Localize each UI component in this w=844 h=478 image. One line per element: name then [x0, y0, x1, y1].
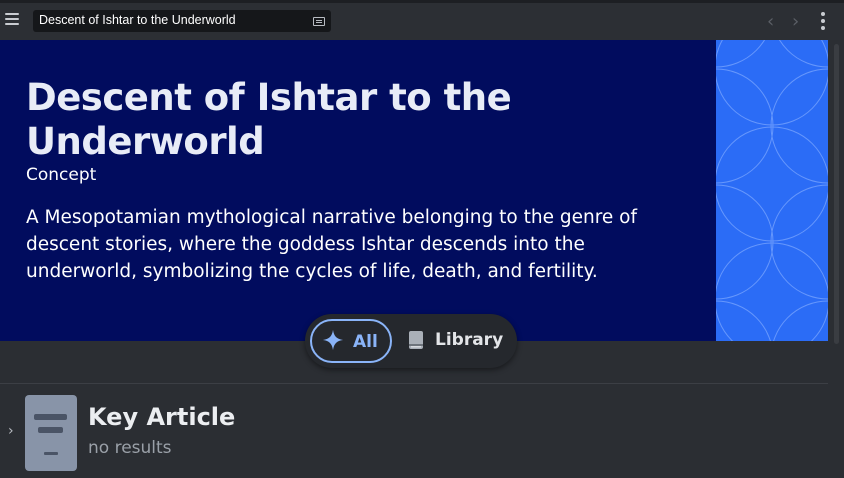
circle-pattern-graphic — [716, 40, 828, 341]
more-vertical-icon[interactable] — [821, 12, 825, 30]
scrollbar-thumb[interactable] — [834, 44, 839, 344]
entity-description: A Mesopotamian mythological narrative be… — [26, 207, 637, 282]
section-divider — [0, 383, 828, 384]
document-icon — [25, 395, 77, 471]
filter-all-button[interactable]: All — [310, 319, 392, 363]
chevron-right-icon[interactable]: › — [8, 423, 14, 439]
filter-all-label: All — [353, 332, 378, 352]
menu-icon[interactable] — [5, 13, 21, 27]
chevron-right-icon[interactable]: › — [792, 11, 799, 32]
tab-title-field[interactable]: Descent of Ishtar to the Underworld — [33, 10, 331, 32]
chevron-left-icon[interactable]: ‹ — [767, 11, 774, 32]
section-empty-text: no results — [88, 438, 172, 458]
filter-toggle: All Library — [305, 314, 517, 368]
window-top-edge — [0, 0, 844, 3]
sparkle-icon — [322, 329, 344, 351]
page-title: Descent of Ishtar to the Underworld — [26, 76, 512, 163]
decorative-pattern — [716, 40, 828, 341]
entity-type-label: Concept — [26, 165, 97, 185]
section-title[interactable]: Key Article — [88, 403, 235, 431]
filter-library-button[interactable]: Library — [403, 326, 513, 356]
filter-library-label: Library — [435, 330, 504, 350]
book-icon — [409, 331, 423, 349]
hero-banner: Descent of Ishtar to the Underworld Conc… — [0, 40, 716, 341]
tab-title-text: Descent of Ishtar to the Underworld — [39, 13, 236, 27]
keyboard-icon[interactable] — [313, 17, 325, 26]
top-toolbar: Descent of Ishtar to the Underworld ‹ › — [0, 0, 844, 41]
